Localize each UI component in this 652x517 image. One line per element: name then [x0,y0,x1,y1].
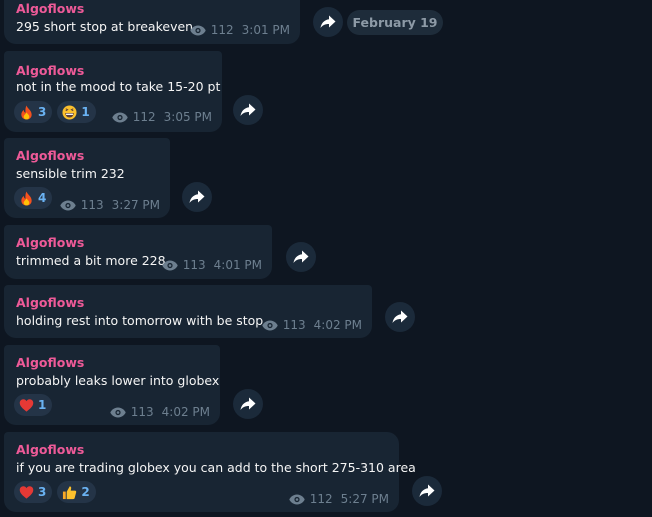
beaming-face-icon [62,104,77,120]
share-arrow-icon [320,15,336,28]
message-bubble[interactable]: Algoflows trimmed a bit more 228 113 4:0… [4,225,272,279]
message-sender[interactable]: Algoflows [16,235,84,250]
reaction-fire[interactable]: 3 [14,101,53,123]
message-bubble[interactable]: Algoflows not in the mood to take 15-20 … [4,51,222,132]
message-meta: 113 4:02 PM [262,318,362,332]
share-arrow-icon [240,103,256,116]
share-button[interactable] [385,302,415,332]
message-meta: 112 5:27 PM [289,492,389,506]
chat-area: Algoflows 295 short stop at breakeven 11… [0,0,652,517]
share-button[interactable] [233,95,263,125]
reaction-count: 3 [38,485,47,499]
message-text: holding rest into tomorrow with be stop [16,313,264,328]
share-button[interactable] [412,476,442,506]
message-sender[interactable]: Algoflows [16,355,84,370]
eye-icon [262,320,278,330]
red-heart-icon [19,485,34,499]
message-time: 5:27 PM [340,492,389,506]
date-separator: February 19 [347,10,443,35]
thumbs-up-icon [63,485,77,499]
message-time: 4:02 PM [313,318,362,332]
reaction-fire[interactable]: 4 [14,187,53,209]
share-arrow-icon [419,484,435,497]
reaction-count: 1 [38,398,47,412]
reaction-heart[interactable]: 3 [14,481,53,503]
message-text: 295 short stop at breakeven [16,19,194,34]
view-count: 113 [182,258,206,272]
message-text: sensible trim 232 [16,166,125,181]
message-text: probably leaks lower into globex [16,373,220,388]
reaction-count: 4 [38,191,47,205]
eye-icon [110,407,126,417]
reactions: 3 1 [14,101,96,123]
message-sender[interactable]: Algoflows [16,148,84,163]
share-arrow-icon [293,250,309,263]
share-arrow-icon [240,397,256,410]
reaction-beaming-face[interactable]: 1 [57,101,96,123]
message-sender[interactable]: Algoflows [16,442,84,457]
message-meta: 112 3:05 PM [112,110,212,124]
reactions: 3 2 [14,481,96,503]
message-text: not in the mood to take 15-20 pt [16,79,221,94]
eye-icon [190,25,206,35]
message-time: 4:02 PM [161,405,210,419]
fire-icon [21,104,32,120]
message-text: if you are trading globex you can add to… [16,460,416,475]
message-text: trimmed a bit more 228 [16,253,166,268]
message-time: 4:01 PM [213,258,262,272]
view-count: 112 [309,492,333,506]
reaction-thumbs-up[interactable]: 2 [57,481,96,503]
reactions: 1 [14,394,53,416]
message-time: 3:27 PM [111,198,160,212]
eye-icon [289,494,305,504]
reactions: 4 [14,187,53,209]
red-heart-icon [19,398,34,412]
eye-icon [112,112,128,122]
message-meta: 113 4:01 PM [162,258,262,272]
message-bubble[interactable]: Algoflows sensible trim 232 4 113 3:27 P… [4,138,170,218]
share-arrow-icon [392,310,408,323]
message-time: 3:05 PM [163,110,212,124]
message-sender[interactable]: Algoflows [16,295,84,310]
message-meta: 113 4:02 PM [110,405,210,419]
share-button[interactable] [313,7,343,37]
eye-icon [162,260,178,270]
message-meta: 113 3:27 PM [60,198,160,212]
message-sender[interactable]: Algoflows [16,1,84,16]
view-count: 112 [210,23,234,37]
message-bubble[interactable]: Algoflows holding rest into tomorrow wit… [4,285,372,338]
eye-icon [60,200,76,210]
reaction-count: 3 [38,105,47,119]
view-count: 113 [130,405,154,419]
fire-icon [21,190,32,206]
message-bubble[interactable]: Algoflows probably leaks lower into glob… [4,345,220,425]
message-time: 3:01 PM [241,23,290,37]
message-bubble[interactable]: Algoflows 295 short stop at breakeven 11… [4,0,300,44]
share-button[interactable] [286,242,316,272]
share-button[interactable] [233,389,263,419]
share-button[interactable] [182,182,212,212]
view-count: 112 [132,110,156,124]
message-meta: 112 3:01 PM [190,23,290,37]
reaction-count: 1 [81,105,90,119]
view-count: 113 [282,318,306,332]
share-arrow-icon [189,190,205,203]
reaction-count: 2 [81,485,90,499]
message-bubble[interactable]: Algoflows if you are trading globex you … [4,432,416,512]
reaction-heart[interactable]: 1 [14,394,53,416]
view-count: 113 [80,198,104,212]
message-sender[interactable]: Algoflows [16,63,84,78]
